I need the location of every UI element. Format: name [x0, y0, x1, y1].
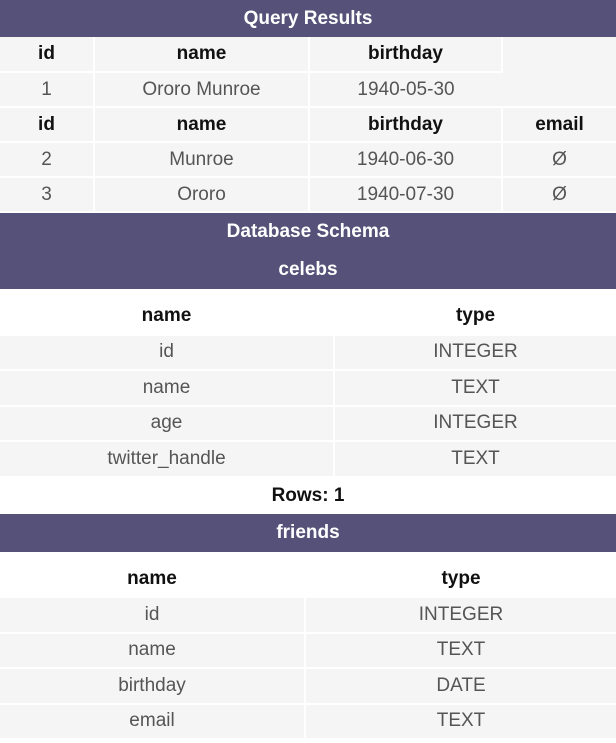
column-header: email — [502, 107, 616, 143]
column-header: birthday — [309, 107, 503, 143]
schema-header-row: name type — [0, 299, 616, 336]
column-header: birthday — [309, 37, 503, 73]
column-header: name — [94, 37, 310, 73]
schema-table-name: friends — [276, 521, 340, 543]
table-cell: 2 — [0, 142, 95, 178]
schema-column-name: birthday — [0, 668, 306, 705]
column-header: type — [334, 299, 616, 336]
schema-column-type: INTEGER — [305, 597, 616, 634]
table-row: 3 Ororo 1940-07-30 Ø — [0, 177, 616, 213]
schema-column-name: id — [0, 597, 306, 634]
schema-column-type: INTEGER — [334, 334, 616, 371]
schema-table-name-bar: friends — [0, 513, 616, 552]
schema-column-type: TEXT — [334, 370, 616, 407]
schema-column-name: name — [0, 370, 335, 407]
table-cell: 1 — [0, 72, 95, 108]
schema-column-name: age — [0, 405, 335, 442]
column-header: id — [0, 107, 95, 143]
schema-column-name: id — [0, 334, 335, 371]
result-header-row: id name birthday email — [0, 107, 616, 143]
table-cell: Ororo Munroe — [94, 72, 310, 108]
table-cell: 1940-05-30 — [309, 72, 502, 108]
schema-column-name: email — [0, 703, 306, 740]
empty-header-cell — [502, 37, 616, 108]
schema-table-name-bar: celebs — [0, 251, 616, 289]
schema-table-name: celebs — [278, 259, 338, 280]
query-results-table: id name birthday 1 Ororo Munroe 1940-05-… — [0, 37, 616, 213]
query-results-header: Query Results — [0, 0, 616, 37]
column-header: name — [94, 107, 310, 143]
rows-count-label: Rows: 1 — [0, 477, 616, 514]
schema-column-type: TEXT — [334, 441, 616, 478]
table-cell: 1940-07-30 — [309, 177, 503, 213]
table-cell: 1940-06-30 — [309, 142, 503, 178]
table-row: twitter_handle TEXT — [0, 441, 616, 478]
table-cell: 3 — [0, 177, 95, 213]
table-row: age INTEGER — [0, 405, 616, 442]
schema-column-type: DATE — [305, 668, 616, 705]
table-row: name TEXT — [0, 370, 616, 407]
table-row: id INTEGER — [0, 597, 616, 634]
database-schema-title: Database Schema — [226, 221, 390, 242]
column-header: name — [0, 299, 335, 336]
schema-column-type: TEXT — [305, 703, 616, 740]
schema-column-name: name — [0, 632, 306, 669]
schema-header-row: name type — [0, 561, 616, 598]
schema-column-type: INTEGER — [334, 405, 616, 442]
table-row: id INTEGER — [0, 334, 616, 371]
table-cell: Ø — [502, 177, 616, 213]
column-header: type — [305, 561, 616, 598]
table-row: email TEXT — [0, 703, 616, 740]
celebs-schema-table: name type id INTEGER name TEXT age INTEG… — [0, 289, 616, 478]
table-row: name TEXT — [0, 632, 616, 669]
column-header: name — [0, 561, 306, 598]
database-schema-header: Database Schema — [0, 213, 616, 251]
column-header: id — [0, 37, 95, 73]
table-cell: Ø — [502, 142, 616, 178]
result-header-row: id name birthday — [0, 37, 616, 108]
schema-column-type: TEXT — [305, 632, 616, 669]
query-results-title: Query Results — [243, 7, 373, 29]
table-cell: Ororo — [94, 177, 310, 213]
table-row: birthday DATE — [0, 668, 616, 705]
table-row: 2 Munroe 1940-06-30 Ø — [0, 142, 616, 178]
table-cell: Munroe — [94, 142, 310, 178]
friends-schema-table: name type id INTEGER name TEXT birthday … — [0, 551, 616, 741]
schema-column-name: twitter_handle — [0, 441, 335, 478]
